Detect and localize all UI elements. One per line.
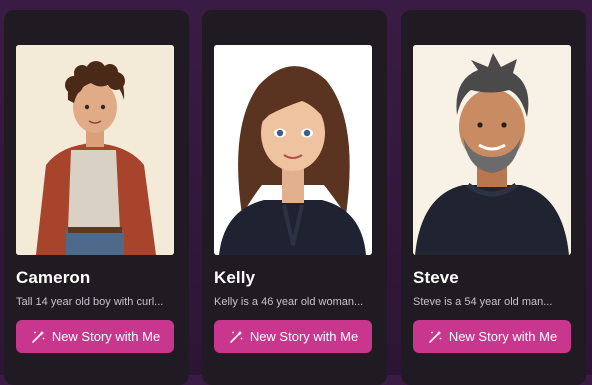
magic-wand-icon — [228, 329, 244, 345]
new-story-button-kelly[interactable]: New Story with Me — [214, 320, 372, 353]
character-card-steve[interactable]: Steve Steve is a 54 year old man... New … — [401, 10, 586, 385]
character-description: Tall 14 year old boy with curl... — [16, 296, 164, 308]
new-story-button-label: New Story with Me — [249, 329, 359, 344]
new-story-button-label: New Story with Me — [448, 329, 558, 344]
character-portrait-steve[interactable] — [413, 45, 571, 255]
character-portrait-kelly[interactable] — [214, 45, 372, 255]
character-portrait-cameron[interactable] — [16, 45, 174, 255]
character-card-kelly[interactable]: Kelly Kelly is a 46 year old woman... Ne… — [202, 10, 387, 385]
character-grid: Cameron Tall 14 year old boy with curl..… — [0, 0, 592, 385]
character-description: Steve is a 54 year old man... — [413, 296, 553, 308]
character-name: Cameron — [16, 268, 91, 287]
portrait-illustration-woman — [214, 45, 372, 255]
new-story-button-steve[interactable]: New Story with Me — [413, 320, 571, 353]
character-card-cameron[interactable]: Cameron Tall 14 year old boy with curl..… — [4, 10, 189, 385]
character-name: Kelly — [214, 268, 256, 287]
magic-wand-icon — [427, 329, 443, 345]
character-description: Kelly is a 46 year old woman... — [214, 296, 364, 308]
character-name: Steve — [413, 268, 459, 287]
portrait-illustration-man — [413, 45, 571, 255]
new-story-button-cameron[interactable]: New Story with Me — [16, 320, 174, 353]
new-story-button-label: New Story with Me — [51, 329, 161, 344]
portrait-illustration-boy — [16, 45, 174, 255]
magic-wand-icon — [30, 329, 46, 345]
